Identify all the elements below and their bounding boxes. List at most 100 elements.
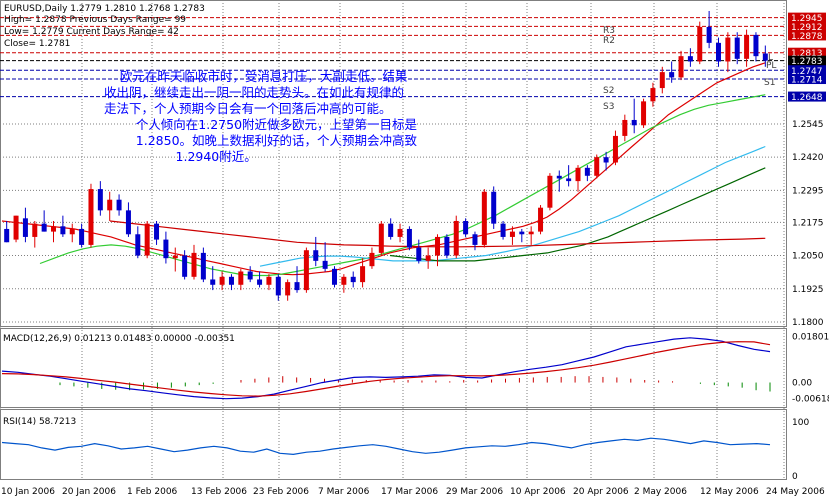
candle-body <box>247 271 253 280</box>
candle-body <box>107 199 113 211</box>
annotation-line: 个人倾向在1.2750附近做多欧元，上望第一目标是 <box>104 117 418 132</box>
candle-body <box>538 207 544 232</box>
rsi-panel-frame <box>0 409 787 480</box>
level-label-s3: S3 <box>603 102 614 112</box>
candle-body <box>51 226 57 232</box>
candle-body <box>191 252 197 277</box>
candle-body <box>425 255 431 261</box>
annotation-line: 走法下，个人预期今日会有一个回落后冲高的可能。 <box>104 101 392 116</box>
y-axis-ticks: 1.2545 1.2420 1.2295 1.2175 1.2050 1.1925 1.18… <box>788 12 826 328</box>
candle-body <box>500 223 506 237</box>
candle-body <box>547 175 553 208</box>
candle-body <box>463 220 469 235</box>
candle-body <box>13 215 19 240</box>
candle-body <box>678 56 684 78</box>
x-tick-label: 20 Jan 2006 <box>62 487 116 497</box>
candle-body <box>453 220 459 256</box>
candle-body <box>341 276 347 285</box>
candle-body <box>313 250 319 261</box>
candle-body <box>416 247 422 261</box>
x-tick-label: 12 May 2006 <box>700 487 759 497</box>
candle-body <box>22 218 28 237</box>
candle-body <box>97 189 103 211</box>
chart-title: EURUSD,Daily 1.2779 1.2810 1.2768 1.2783 <box>4 4 205 14</box>
info-line-low: Low= 1.2779 Current Days Range= 42 <box>4 27 179 37</box>
candle-body <box>266 276 272 285</box>
candle-body <box>257 279 263 285</box>
candle-body <box>594 157 600 176</box>
macd-y-tick-label: 0.00 <box>792 379 812 389</box>
y-tick-label: 1.2050 <box>792 252 824 262</box>
candle-body <box>575 167 581 182</box>
candle-body <box>79 228 85 245</box>
candle-body <box>135 234 141 256</box>
rsi-y-tick-label: 100 <box>792 418 809 428</box>
candle-body <box>294 282 300 291</box>
candle-body <box>603 157 609 163</box>
x-axis-ticks: 10 Jan 2006 20 Jan 2006 1 Feb 2006 13 Feb 2… <box>1 487 825 497</box>
level-label-s2: S2 <box>603 86 614 96</box>
candle-body <box>566 178 572 182</box>
x-tick-label: 7 Mar 2006 <box>318 487 370 497</box>
macd-y-tick-label: 0.01801 <box>792 333 829 343</box>
candle-body <box>210 279 216 285</box>
annotation-line: 欧元在昨天临收市时，受消息打压，大副走低。结果 <box>104 69 408 84</box>
candle-body <box>144 223 150 256</box>
candle-body <box>622 119 628 136</box>
y-tick-label: 1.1925 <box>792 285 824 295</box>
x-tick-label: 24 May 2006 <box>766 487 825 497</box>
annotation-line: 1.2940附近。 <box>104 149 257 164</box>
level-label-r3: R3 <box>603 26 615 36</box>
candle-body <box>88 189 94 245</box>
candle-body <box>285 282 291 296</box>
candle-body <box>4 228 10 243</box>
candle-body <box>509 231 515 237</box>
candle-body <box>182 255 188 277</box>
candle-body <box>360 266 366 283</box>
candle-body <box>397 228 403 237</box>
macd-label: MACD(12,26,9) 0.01213 0.01483 0.00000 -0… <box>3 334 235 344</box>
candle-body <box>444 236 450 256</box>
level-label-pl: PL <box>766 61 776 71</box>
candle-body <box>715 42 721 62</box>
x-tick-label: 10 Apr 2006 <box>510 487 566 497</box>
candle-body <box>734 37 740 59</box>
rsi-label: RSI(14) 58.7213 <box>3 417 76 427</box>
price-level-label: 1.2648 <box>791 93 823 103</box>
candle-body <box>219 276 225 285</box>
candle-body <box>238 271 244 285</box>
candle-body <box>631 119 637 126</box>
candle-body <box>697 26 703 62</box>
annotation-line: 收出阴，继续走出一阴一阳的走势头。在如此有规律的 <box>104 85 404 100</box>
candle-body <box>406 228 412 248</box>
y-tick-label: 1.2420 <box>792 153 824 163</box>
price-level-label: 1.2714 <box>791 76 823 86</box>
candle-body <box>200 252 206 280</box>
candle-body <box>125 210 131 235</box>
y-tick-label: 1.2295 <box>792 186 824 196</box>
y-tick-label: 1.1800 <box>792 318 824 328</box>
candle-body <box>519 231 525 235</box>
candle-body <box>228 276 234 285</box>
candle-body <box>303 250 309 291</box>
x-tick-label: 23 Feb 2006 <box>253 487 309 497</box>
candle-body <box>491 191 497 224</box>
candle-body <box>322 260 328 269</box>
candle-body <box>378 223 384 253</box>
candle-body <box>556 175 562 179</box>
candle-body <box>435 236 441 256</box>
forex-chart: 0.018010.00-0.00618 1000 1.25451.24201.2… <box>0 0 829 497</box>
candle-body <box>275 276 281 296</box>
macd-y-tick-label: -0.00618 <box>792 394 829 404</box>
candle-body <box>369 252 375 267</box>
candle-body <box>472 234 478 245</box>
y-tick-label: 1.2545 <box>792 120 824 130</box>
x-tick-label: 20 Apr 2006 <box>573 487 629 497</box>
candle-body <box>331 268 337 285</box>
level-label-r2: R2 <box>603 36 615 46</box>
candle-body <box>388 223 394 237</box>
x-tick-label: 1 Feb 2006 <box>127 487 178 497</box>
candle-body <box>60 226 66 235</box>
annotation-line: 1.2850。如晚上数据利好的话，个人预期会冲高致 <box>104 133 418 148</box>
x-tick-label: 13 Feb 2006 <box>191 487 247 497</box>
